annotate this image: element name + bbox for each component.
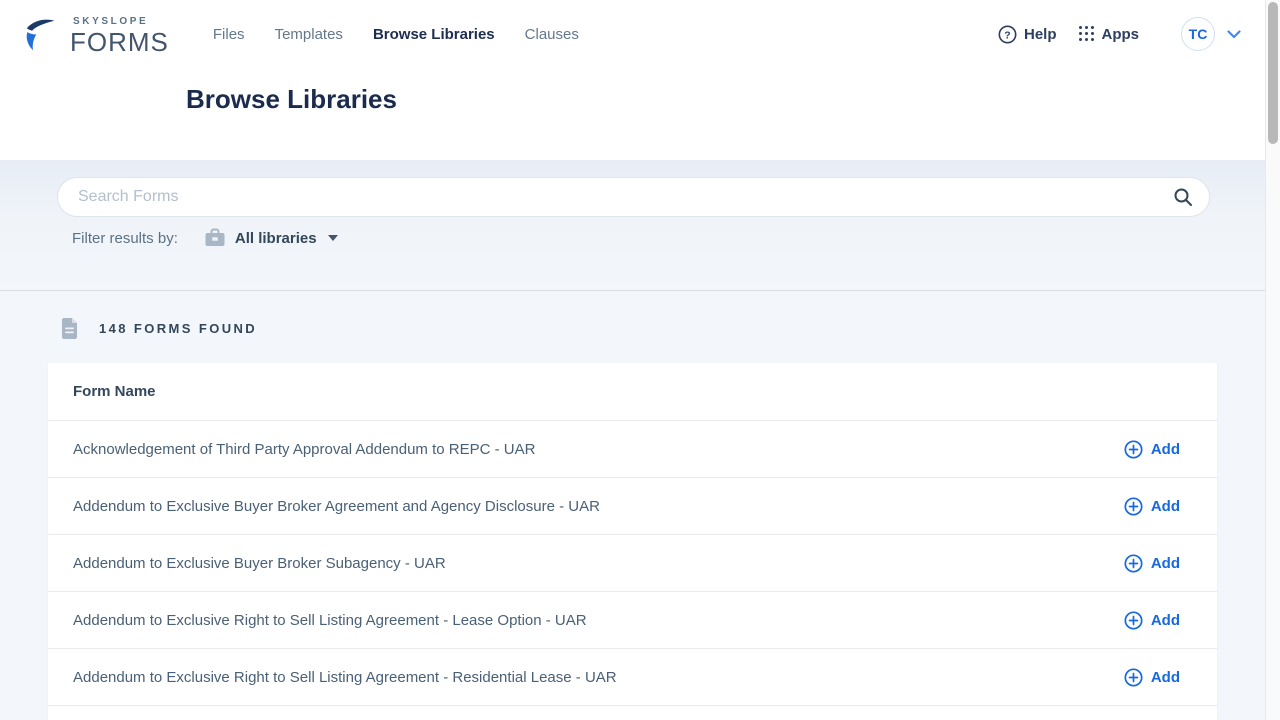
add-plus-icon: [1124, 497, 1143, 516]
apps-label: Apps: [1102, 26, 1140, 43]
column-header-form-name: Form Name: [73, 383, 156, 400]
table-row[interactable]: Addendum to Exclusive Right to Sell List…: [48, 591, 1217, 648]
logo-text: SKYSLOPE FORMS: [70, 14, 169, 55]
add-form-button[interactable]: Add: [1124, 668, 1180, 687]
add-label: Add: [1151, 441, 1180, 458]
filter-label: Filter results by:: [72, 230, 178, 247]
page-title: Browse Libraries: [186, 84, 1265, 115]
nav-item-templates[interactable]: Templates: [275, 26, 343, 43]
briefcase-icon: [204, 228, 226, 248]
add-form-button[interactable]: Add: [1124, 554, 1180, 573]
add-plus-icon: [1124, 611, 1143, 630]
skyslope-forms-logo[interactable]: SKYSLOPE FORMS: [24, 14, 169, 55]
search-filter-section: Filter results by: All libraries: [0, 160, 1265, 291]
search-button[interactable]: [1173, 187, 1193, 207]
apps-button[interactable]: Apps: [1079, 26, 1140, 43]
vertical-scrollbar-thumb[interactable]: [1268, 2, 1278, 144]
add-label: Add: [1151, 555, 1180, 572]
topbar-right-actions: ? Help Apps TC: [998, 17, 1241, 51]
skyslope-forms-app: SKYSLOPE FORMS Files Templates Browse Li…: [0, 0, 1280, 720]
table-row[interactable]: Addendum to Exclusive Buyer Broker Agree…: [48, 477, 1217, 534]
add-label: Add: [1151, 612, 1180, 629]
nav-item-browse-libraries[interactable]: Browse Libraries: [373, 26, 495, 43]
search-input[interactable]: [78, 188, 1173, 206]
skyslope-swoosh-icon: [24, 16, 62, 54]
add-form-button[interactable]: Add: [1124, 611, 1180, 630]
form-name-text: Addendum to Exclusive Buyer Broker Agree…: [73, 498, 600, 515]
add-plus-icon: [1124, 440, 1143, 459]
logo-skyslope-label: SKYSLOPE: [73, 17, 169, 27]
form-name-text: Acknowledgement of Third Party Approval …: [73, 441, 535, 458]
form-name-text: Addendum to Exclusive Buyer Broker Subag…: [73, 555, 446, 572]
form-name-text: Addendum to Exclusive Right to Sell List…: [73, 669, 617, 686]
document-icon: [61, 318, 78, 339]
nav-item-files[interactable]: Files: [213, 26, 245, 43]
search-form-container: [57, 177, 1210, 217]
main-nav: Files Templates Browse Libraries Clauses: [213, 26, 579, 43]
account-menu: TC: [1181, 17, 1241, 51]
results-section: 148 FORMS FOUND Form Name Acknowledgemen…: [0, 292, 1265, 720]
add-label: Add: [1151, 669, 1180, 686]
table-body: Acknowledgement of Third Party Approval …: [48, 420, 1217, 720]
add-plus-icon: [1124, 668, 1143, 687]
form-name-text: Addendum to Exclusive Right to Sell List…: [73, 612, 587, 629]
logo-forms-label: FORMS: [70, 29, 169, 55]
chevron-down-icon[interactable]: [1227, 30, 1241, 39]
dropdown-caret-icon: [328, 235, 338, 241]
help-label: Help: [1024, 26, 1057, 43]
library-filter-value: All libraries: [235, 230, 317, 247]
add-plus-icon: [1124, 554, 1143, 573]
nav-item-clauses[interactable]: Clauses: [525, 26, 579, 43]
table-header-row: Form Name: [48, 363, 1217, 420]
table-row[interactable]: Acknowledgement of Third Party Approval …: [48, 420, 1217, 477]
table-row[interactable]: [48, 705, 1217, 720]
forms-found-row: 148 FORMS FOUND: [61, 318, 1265, 339]
search-icon: [1173, 187, 1193, 207]
apps-grid-icon: [1079, 26, 1095, 42]
help-question-icon: ?: [998, 25, 1017, 44]
add-form-button[interactable]: Add: [1124, 497, 1180, 516]
add-form-button[interactable]: Add: [1124, 440, 1180, 459]
help-button[interactable]: ? Help: [998, 25, 1057, 44]
table-row[interactable]: Addendum to Exclusive Right to Sell List…: [48, 648, 1217, 705]
add-label: Add: [1151, 498, 1180, 515]
top-navigation-bar: SKYSLOPE FORMS Files Templates Browse Li…: [0, 0, 1265, 68]
filter-row: Filter results by: All libraries: [72, 228, 338, 248]
library-filter-dropdown[interactable]: All libraries: [204, 228, 338, 248]
avatar[interactable]: TC: [1181, 17, 1215, 51]
forms-table: Form Name Acknowledgement of Third Party…: [48, 363, 1217, 720]
svg-text:?: ?: [1004, 30, 1010, 41]
table-row[interactable]: Addendum to Exclusive Buyer Broker Subag…: [48, 534, 1217, 591]
page-header: SKYSLOPE FORMS Files Templates Browse Li…: [0, 0, 1265, 160]
vertical-scrollbar-track[interactable]: [1265, 0, 1280, 720]
forms-found-count: 148 FORMS FOUND: [99, 321, 257, 336]
